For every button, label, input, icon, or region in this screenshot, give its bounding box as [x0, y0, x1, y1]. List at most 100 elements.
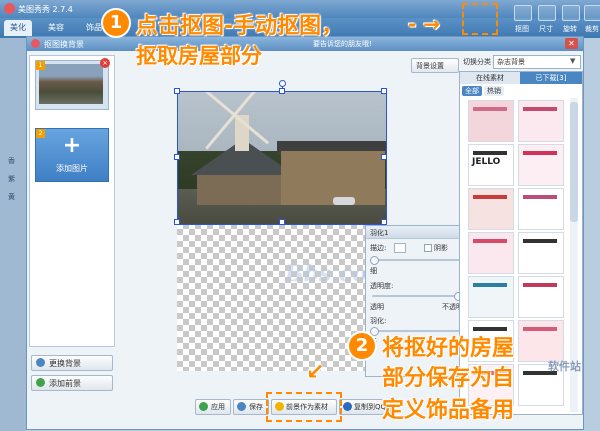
step-1-instruction: 点击抠图-手动抠图，	[136, 14, 344, 39]
material-thumbnail-art	[473, 195, 507, 199]
plus-icon: +	[62, 133, 82, 158]
background-settings-label: 背景设置	[416, 62, 444, 70]
material-thumbnail[interactable]	[468, 232, 514, 274]
save-label: 保存	[249, 403, 263, 411]
selection-box[interactable]	[177, 91, 387, 225]
material-thumbnail-art	[473, 283, 507, 287]
thumbnail-image	[39, 64, 103, 104]
resize-handle[interactable]	[174, 88, 180, 94]
resize-handle[interactable]	[174, 154, 180, 160]
material-thumbnail[interactable]	[518, 320, 564, 362]
material-thumbnail-art	[523, 239, 557, 243]
step-2-instruction-line3: 定义饰品备用	[382, 398, 515, 423]
resize-handle[interactable]	[381, 88, 387, 94]
switch-category-label: 切换分类	[463, 58, 491, 66]
shadow-checkbox[interactable]	[424, 244, 432, 252]
add-foreground-label: 添加前景	[49, 379, 81, 388]
rotate-handle[interactable]	[279, 80, 286, 87]
site-watermark: 软件站	[548, 360, 581, 373]
resize-handle[interactable]	[279, 219, 285, 225]
stroke-color-box[interactable]	[394, 243, 406, 253]
filter-hot-button[interactable]: 热销	[484, 86, 504, 96]
resize-tool-icon[interactable]	[538, 5, 556, 21]
step-1-instruction-line2: 抠取房屋部分	[136, 44, 262, 68]
add-image-label: 添加图片	[56, 164, 88, 173]
side-hint: 香	[8, 157, 15, 165]
add-icon	[36, 378, 45, 387]
material-thumbnail-text: JELLO	[472, 157, 501, 167]
category-value: 杂志背景	[497, 58, 525, 66]
resize-handle[interactable]	[174, 219, 180, 225]
side-hint: 紫	[8, 175, 15, 183]
cutout-tool-icon[interactable]	[514, 5, 532, 21]
material-thumbnail[interactable]	[468, 100, 514, 142]
side-hint: 黄	[8, 193, 15, 201]
tab-beautify[interactable]: 美化	[4, 20, 32, 36]
step-2-badge: 2	[349, 333, 375, 359]
step-2-instruction: 将抠好的房屋	[382, 336, 515, 361]
material-thumbnail[interactable]	[518, 100, 564, 142]
apply-button[interactable]: 应用	[195, 399, 231, 415]
feather-panel-header: 羽化1 ×	[366, 226, 474, 239]
step-2-arrow: ↙	[306, 360, 325, 385]
highlight-save-foreground-button	[266, 392, 342, 422]
material-thumbnail[interactable]	[518, 144, 564, 186]
editing-canvas[interactable]: Bbs.com	[174, 80, 390, 371]
tab-beauty[interactable]: 美容	[42, 20, 70, 36]
resize-handle[interactable]	[381, 154, 387, 160]
filter-all-button[interactable]: 全部	[462, 86, 482, 96]
cutout-tool-label: 抠图	[515, 25, 529, 33]
rotate-tool-icon[interactable]	[562, 5, 580, 21]
material-thumbnail[interactable]	[468, 188, 514, 230]
thumbnail-number-badge: 2	[36, 129, 45, 138]
material-thumbnail-art	[523, 107, 557, 111]
remove-thumbnail-icon[interactable]: ×	[100, 58, 110, 68]
thumbnail-list: 1 × 2 + 添加图片	[29, 55, 115, 347]
thin-label: 细	[370, 267, 377, 275]
step-2-instruction-line2: 部分保存为自	[382, 366, 515, 391]
material-thumbnail[interactable]	[518, 276, 564, 318]
app-side-strip: 香 紫 黄	[0, 38, 26, 431]
thumbnail-photo[interactable]: 1 ×	[35, 58, 110, 110]
crop-tool-icon[interactable]	[584, 5, 600, 21]
add-image-button[interactable]: 2 + 添加图片	[35, 128, 109, 182]
feather-slider-knob[interactable]	[370, 327, 379, 336]
dialog-close-button[interactable]: ✕	[565, 38, 578, 49]
step-1-badge: 1	[103, 10, 129, 36]
tab-downloaded-materials[interactable]: 已下载[3]	[520, 72, 582, 84]
change-background-button[interactable]: 更换背景	[31, 355, 113, 371]
step-1-arrow: - →	[408, 12, 441, 36]
apply-label: 应用	[211, 403, 225, 411]
material-thumbnail-art	[523, 327, 557, 331]
stroke-slider[interactable]	[372, 259, 464, 261]
material-thumbnail-art	[523, 195, 557, 199]
category-select[interactable]: 杂志背景 ▼	[493, 55, 581, 69]
material-thumbnail-art	[523, 283, 557, 287]
material-thumbnail[interactable]: JELLO	[468, 144, 514, 186]
background-settings-button[interactable]: 背景设置	[411, 58, 459, 73]
save-icon	[237, 402, 246, 411]
crop-tool-label: 裁剪	[585, 25, 599, 33]
app-logo-icon	[4, 3, 15, 14]
material-thumbnail[interactable]	[518, 188, 564, 230]
material-thumbnail[interactable]	[468, 276, 514, 318]
stroke-label: 描边:	[370, 244, 387, 252]
qq-icon	[343, 402, 352, 411]
material-thumbnail[interactable]	[518, 232, 564, 274]
feather-label: 羽化:	[370, 317, 387, 325]
opacity-label: 透明度:	[370, 282, 394, 290]
tab-online-materials[interactable]: 在线素材	[460, 72, 520, 84]
opacity-slider[interactable]	[372, 295, 464, 297]
add-foreground-button[interactable]: 添加前景	[31, 375, 113, 391]
change-background-label: 更换背景	[49, 359, 81, 368]
chevron-down-icon: ▼	[570, 57, 576, 65]
material-thumbnail-art	[523, 151, 557, 155]
save-button[interactable]: 保存	[233, 399, 269, 415]
check-icon	[199, 402, 208, 411]
resize-handle[interactable]	[279, 88, 285, 94]
scrollbar-thumb[interactable]	[570, 102, 578, 222]
dialog-logo-icon	[31, 39, 40, 48]
stroke-slider-knob[interactable]	[370, 256, 379, 265]
material-thumbnail-art	[473, 239, 507, 243]
material-thumbnail-art	[473, 107, 507, 111]
